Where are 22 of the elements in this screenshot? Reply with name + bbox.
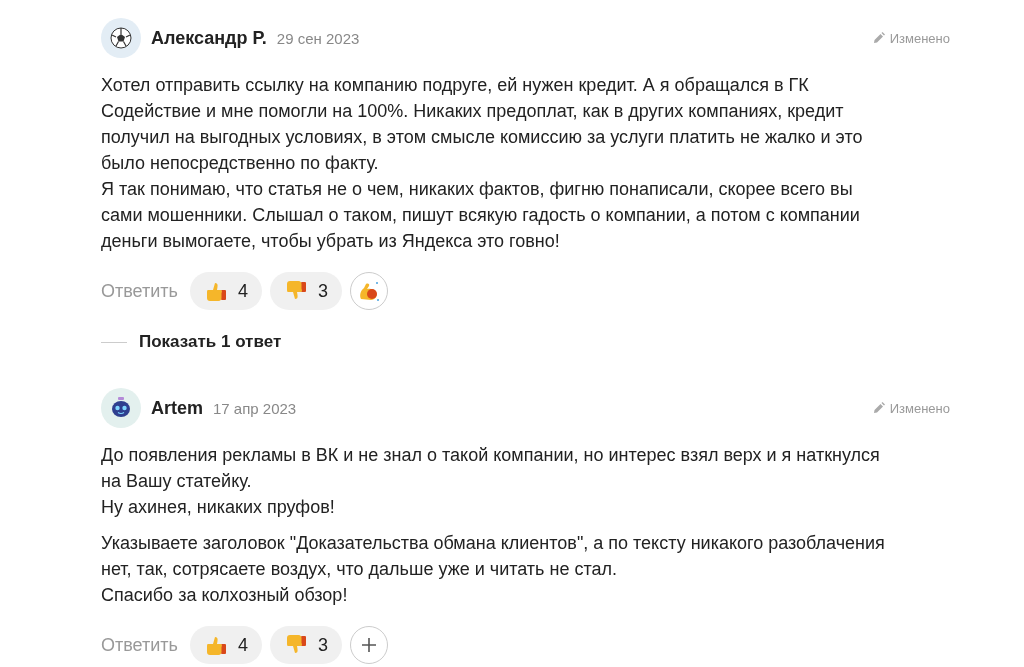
edited-label: Изменено xyxy=(889,30,950,46)
pencil-icon xyxy=(872,402,885,414)
pencil-icon xyxy=(872,32,885,44)
author-name[interactable]: Artem xyxy=(151,397,203,419)
flexed-arm-icon xyxy=(357,279,381,303)
avatar-ball-icon xyxy=(101,18,141,58)
show-replies-link[interactable]: Показать 1 ответ xyxy=(139,332,282,352)
author-name[interactable]: Александр Р. xyxy=(151,27,267,49)
plus-icon xyxy=(360,636,378,654)
add-reaction-button[interactable] xyxy=(350,626,388,664)
dislike-button[interactable]: 3 xyxy=(269,626,342,664)
edited-label: Изменено xyxy=(889,400,950,416)
dislike-button[interactable]: 3 xyxy=(269,272,342,310)
avatar-robot-icon xyxy=(101,388,141,428)
comment-text: Хотел отправить ссылку на компанию подруге, ей нужен кредит. А я обращался в ГК Содействие и мне помогли на 100%. Никаких предоплат, как в других компаниях, кредит получил на выгодных условиях, в этом смысле комиссию за услуги платить не жалко и это было непосредственно по факту. Я так понимаю, что статья не о чем, никаких фактов, фигню понаписали, скорее всего вы сами мошенники. Слышал о таком, пишут всякую гадость о компании, а потом с компании деньги вымогаете, чтобы убрать из Яндекса это говно! xyxy=(101,74,864,253)
like-button[interactable]: 4 xyxy=(189,626,262,664)
comment-date: 17 апр 2023 xyxy=(213,399,297,417)
comment-date: 29 сен 2023 xyxy=(276,29,360,47)
comment-text: Указываете заголовок "Доказательства обмана клиентов", а по тексту никакого разоблачения нет, так, сотрясаете воздух, что дальше уже и читать не стал. Спасибо за колхозный обзор! xyxy=(101,532,886,607)
reaction-button[interactable] xyxy=(350,272,388,310)
like-button[interactable]: 4 xyxy=(189,272,262,310)
comment-text: До появления рекламы в ВК и не знал о такой компании, но интерес взял верх и я наткнулся на Вашу статейку. Ну ахинея, никаких пруфов! xyxy=(101,444,881,519)
